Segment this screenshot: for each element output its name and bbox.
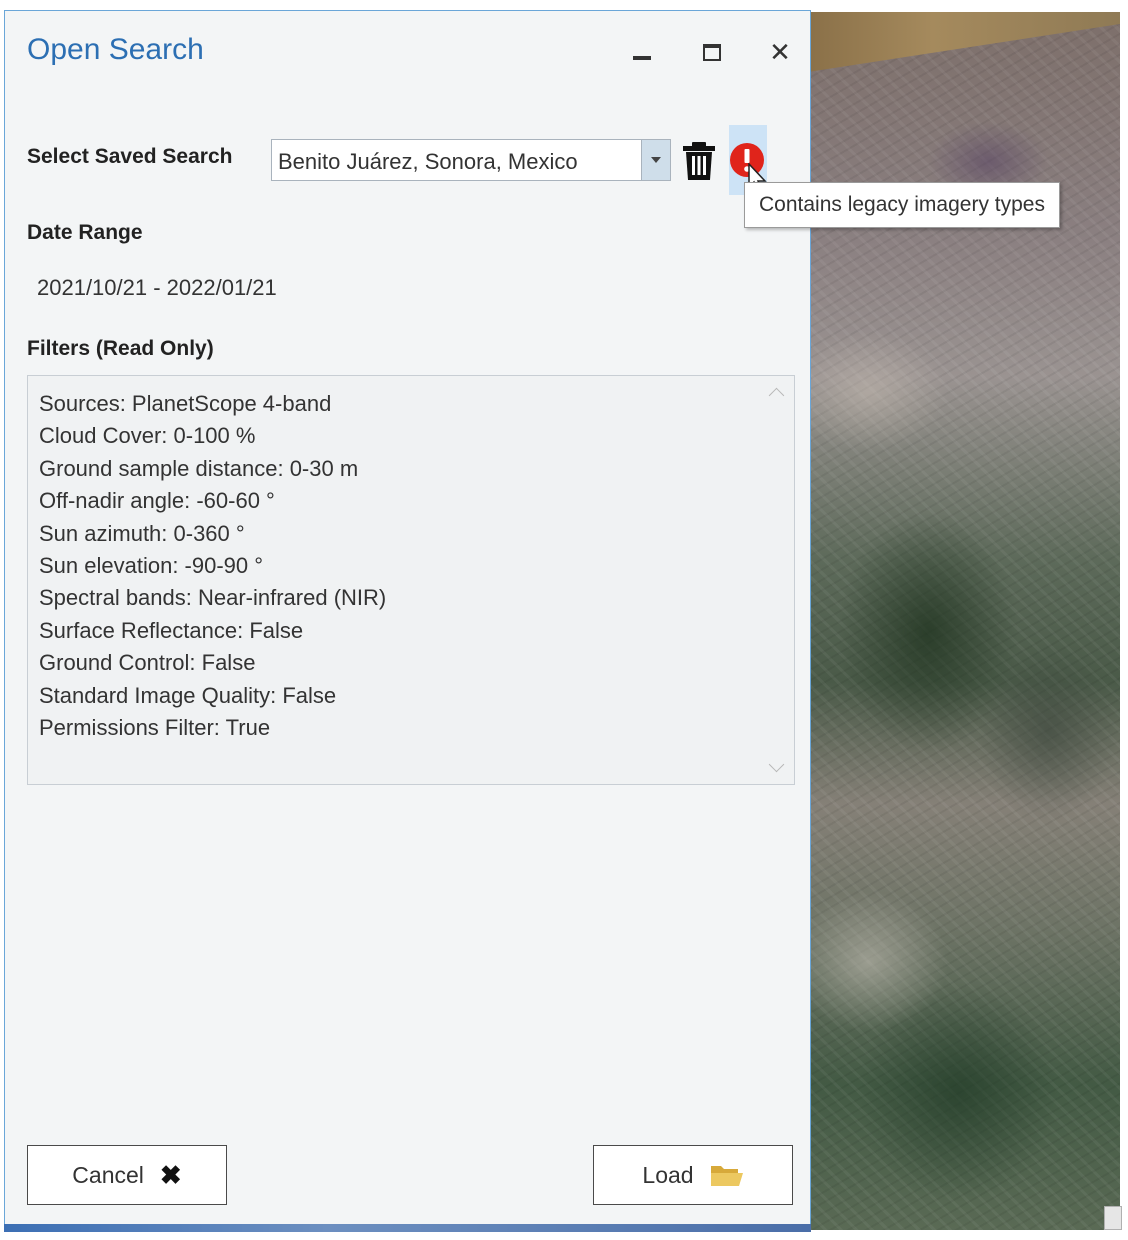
filter-item: Sources: PlanetScope 4-band	[39, 391, 332, 416]
filter-item: Off-nadir angle: -60-60 °	[39, 488, 275, 514]
minimize-icon	[633, 56, 651, 60]
filter-item: Ground sample distance: 0-30 m	[39, 455, 359, 481]
open-search-dialog: Open Search ✕ Select Saved Search Benito…	[4, 10, 811, 1228]
maximize-icon	[703, 43, 721, 61]
dialog-title: Open Search	[27, 33, 204, 66]
filter-item: Standard Image Quality: False	[39, 682, 337, 708]
load-button-label: Load	[642, 1161, 694, 1188]
date-range-label: Date Range	[27, 221, 143, 244]
minimize-button[interactable]	[625, 35, 659, 69]
filter-item: Surface Reflectance: False	[39, 617, 304, 643]
cancel-button-label: Cancel	[72, 1161, 144, 1188]
filter-item: Cloud Cover: 0-100 %	[39, 423, 256, 449]
map-scroll-handle[interactable]	[1104, 1206, 1122, 1230]
maximize-button[interactable]	[695, 35, 729, 69]
scroll-up-icon[interactable]	[768, 387, 785, 404]
close-button[interactable]: ✕	[763, 35, 797, 69]
filters-label: Filters (Read Only)	[27, 337, 214, 360]
filter-item: Sun elevation: -90-90 °	[39, 553, 264, 579]
scroll-down-icon[interactable]	[768, 756, 785, 773]
legacy-imagery-tooltip: Contains legacy imagery types	[744, 182, 1060, 228]
filters-readonly-box[interactable]: Sources: PlanetScope 4-band Cloud Cover:…	[27, 375, 795, 785]
saved-search-dropdown[interactable]: Benito Juárez, Sonora, Mexico	[271, 139, 671, 181]
filter-item: Ground Control: False	[39, 650, 256, 676]
trash-icon[interactable]	[681, 141, 717, 181]
saved-search-value: Benito Juárez, Sonora, Mexico	[278, 149, 578, 174]
x-icon: ✖	[159, 1160, 182, 1190]
saved-search-label: Select Saved Search	[27, 145, 233, 168]
dropdown-arrow-button[interactable]	[641, 140, 670, 180]
load-button[interactable]: Load	[593, 1145, 793, 1205]
folder-open-icon	[710, 1166, 743, 1186]
date-range-value: 2021/10/21 - 2022/01/21	[37, 275, 277, 300]
dialog-bottom-edge	[4, 1224, 811, 1232]
filter-item: Sun azimuth: 0-360 °	[39, 520, 245, 546]
filter-item: Permissions Filter: True	[39, 715, 271, 741]
chevron-down-icon	[651, 157, 661, 163]
filter-item: Spectral bands: Near-infrared (NIR)	[39, 585, 387, 611]
filters-list: Sources: PlanetScope 4-band Cloud Cover:…	[39, 388, 386, 744]
close-icon: ✕	[769, 37, 791, 67]
cancel-button[interactable]: Cancel ✖	[27, 1145, 227, 1205]
